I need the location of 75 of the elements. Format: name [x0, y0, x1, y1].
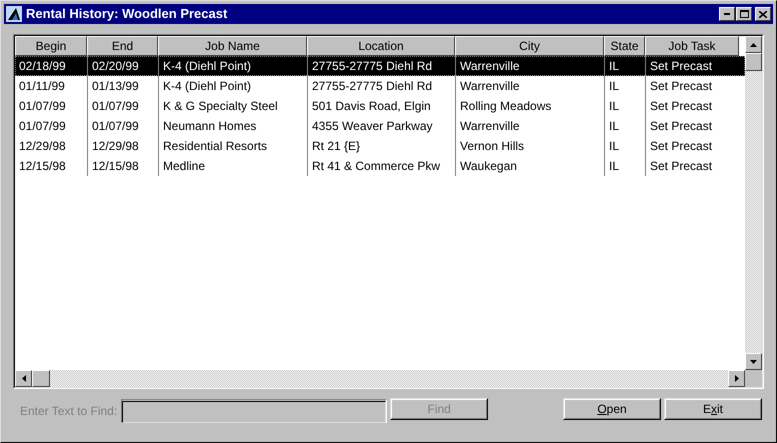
table-row[interactable]: 12/15/98 12/15/98 Medline Rt 41 & Commerce Pkw Waukegan IL Set Precast: [15, 156, 745, 176]
scroll-thumb[interactable]: [32, 370, 50, 387]
table-cell-text: K-4 (Diehl Point): [163, 58, 252, 75]
table-row[interactable]: 02/18/99 02/20/99 K-4 (Diehl Point) 27755-27775 Diehl Rd Warrenville IL Set Precast: [15, 56, 745, 76]
table-cell-text: 02/20/99: [92, 58, 139, 75]
table-row[interactable]: 12/29/98 12/29/98 Residential Resorts Rt 21 {E} Vernon Hills IL Set Precast: [15, 136, 745, 156]
table-cell-text: IL: [609, 98, 620, 115]
app-logo-icon: [6, 6, 22, 22]
table-cell-text: K & G Specialty Steel: [163, 98, 278, 115]
table-cell-text: 01/07/99: [19, 118, 66, 135]
table-cell-text: Residential Resorts: [163, 138, 268, 155]
table-cell-text: 01/11/99: [19, 78, 65, 95]
table-cell-text: Set Precast: [650, 118, 712, 135]
table-cell-text: 01/13/99: [92, 78, 139, 95]
vertical-scrollbar[interactable]: [745, 36, 762, 370]
table-cell-text: 01/07/99: [19, 98, 66, 115]
table-cell-text: Medline: [163, 158, 206, 175]
table-row[interactable]: 01/07/99 01/07/99 Neumann Homes 4355 Weaver Parkway Warrenville IL Set Precast: [15, 116, 745, 136]
table-cell-text: Set Precast: [650, 138, 712, 155]
table-cell-text: Rolling Meadows: [460, 98, 552, 115]
table-cell-text: Set Precast: [650, 98, 712, 115]
close-button[interactable]: [755, 7, 771, 21]
table-cell-text: 12/15/98: [92, 158, 139, 175]
table-cell-text: Set Precast: [650, 158, 712, 175]
table-cell-text: IL: [609, 138, 620, 155]
table-cell-text: Rt 41 & Commerce Pkw: [312, 158, 440, 175]
table-cell-text: 27755-27775 Diehl Rd: [312, 58, 432, 75]
table-cell-text: Warrenville: [460, 78, 520, 95]
open-button[interactable]: Open: [564, 399, 660, 419]
table-cell-text: K-4 (Diehl Point): [163, 78, 252, 95]
table-cell-text: IL: [609, 58, 620, 75]
table-cell-text: IL: [609, 158, 620, 175]
up-arrow-icon: [750, 42, 757, 46]
right-arrow-icon: [734, 375, 738, 382]
table-cell-text: Warrenville: [460, 118, 520, 135]
table-cell-text: 02/18/99: [19, 58, 66, 75]
column-header[interactable]: City: [455, 36, 604, 56]
column-header[interactable]: Job Name: [158, 36, 307, 56]
left-arrow-icon: [22, 375, 26, 382]
column-header[interactable]: Location: [307, 36, 455, 56]
table-cell-text: Set Precast: [650, 58, 712, 75]
table-cell-text: Rt 21 {E}: [312, 138, 360, 155]
window-title: Rental History: Woodlen Precast: [26, 5, 228, 24]
horizontal-scrollbar[interactable]: [15, 370, 745, 387]
table-cell-text: 12/15/98: [19, 158, 66, 175]
column-header[interactable]: State: [604, 36, 645, 56]
table-cell-text: Vernon Hills: [460, 138, 524, 155]
table-cell-text: 01/07/99: [92, 118, 139, 135]
table-row[interactable]: 01/11/99 01/13/99 K-4 (Diehl Point) 27755-27775 Diehl Rd Warrenville IL Set Precast: [15, 76, 745, 96]
table-cell-text: 27755-27775 Diehl Rd: [312, 78, 432, 95]
table-cell-text: 01/07/99: [92, 98, 139, 115]
column-header[interactable]: Begin: [15, 36, 87, 56]
maximize-icon: [740, 10, 748, 18]
scroll-thumb[interactable]: [745, 53, 762, 71]
table-cell-text: Neumann Homes: [163, 118, 256, 135]
table-cell-text: IL: [609, 118, 620, 135]
find-label: Enter Text to Find:: [20, 403, 118, 420]
table-cell-text: 4355 Weaver Parkway: [312, 118, 433, 135]
maximize-button[interactable]: [736, 7, 752, 21]
scrollbar-corner: [745, 370, 762, 387]
minimize-button[interactable]: [719, 7, 735, 21]
table-row[interactable]: 01/07/99 01/07/99 K & G Specialty Steel 501 Davis Road, Elgin Rolling Meadows IL Set Precast: [15, 96, 745, 116]
minimize-icon: [724, 13, 730, 15]
close-icon: [759, 10, 767, 18]
table-cell-text: IL: [609, 78, 620, 95]
down-arrow-icon: [750, 360, 757, 364]
table-cell-text: 12/29/98: [19, 138, 66, 155]
column-header[interactable]: Job Task: [645, 36, 739, 56]
column-header[interactable]: End: [87, 36, 158, 56]
table-cell-text: Set Precast: [650, 78, 712, 95]
table-cell-text: 501 Davis Road, Elgin: [312, 98, 431, 115]
table-cell-text: 12/29/98: [92, 138, 139, 155]
table-cell-text: Warrenville: [460, 58, 520, 75]
exit-button[interactable]: Exit: [665, 399, 761, 419]
table-cell-text: Waukegan: [460, 158, 517, 175]
